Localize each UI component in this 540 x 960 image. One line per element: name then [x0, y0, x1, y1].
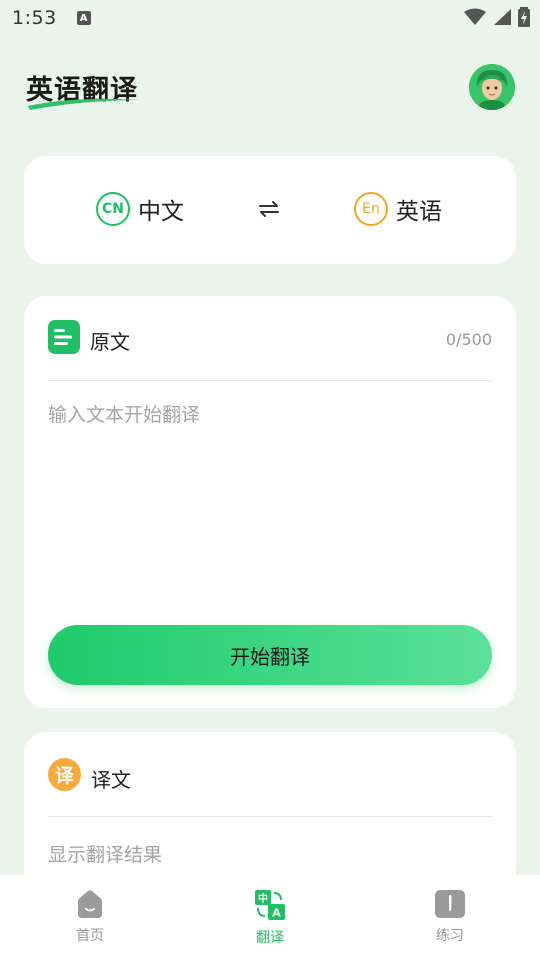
status-icons — [464, 7, 530, 27]
svg-text:中: 中 — [258, 892, 268, 905]
avatar[interactable] — [469, 64, 515, 110]
nav-item-translate[interactable]: 中 A 翻译 — [180, 875, 360, 960]
home-icon — [78, 890, 102, 918]
nav-label-translate: 翻译 — [256, 930, 284, 946]
swap-arrows-icon[interactable] — [258, 198, 280, 220]
book-icon — [435, 890, 465, 918]
svg-text:A: A — [272, 907, 281, 920]
signal-icon — [494, 9, 511, 25]
title-underline-swoosh — [28, 98, 140, 110]
source-text-card: 原文 0/500 开始翻译 — [24, 296, 516, 708]
battery-icon — [518, 7, 530, 27]
nav-item-practice[interactable]: 练习 — [360, 875, 540, 960]
divider — [48, 380, 492, 381]
document-icon — [48, 320, 80, 354]
bottom-nav: 首页 中 A 翻译 练习 — [0, 875, 540, 960]
notification-a-icon: A — [76, 11, 91, 25]
char-counter: 0/500 — [445, 330, 492, 349]
source-language-label: 中文 — [138, 199, 184, 225]
nav-label-practice: 练习 — [436, 928, 464, 944]
source-language-selector[interactable]: CN 中文 — [96, 192, 184, 226]
translation-result-text: 显示翻译结果 — [48, 844, 163, 866]
avatar-icon — [469, 64, 515, 110]
translation-label: 译文 — [91, 768, 131, 792]
target-language-label: 英语 — [396, 199, 442, 225]
nav-label-home: 首页 — [76, 928, 104, 944]
translate-icon: 中 A — [255, 890, 285, 920]
language-selector-card: CN 中文 En 英语 — [24, 156, 516, 264]
status-time: 1:53 — [12, 7, 57, 29]
source-text-label: 原文 — [90, 330, 130, 354]
translation-badge-icon: 译 — [48, 758, 81, 791]
divider — [48, 816, 492, 817]
wifi-icon — [464, 8, 486, 25]
source-text-input[interactable] — [48, 400, 492, 600]
start-translate-button[interactable]: 开始翻译 — [48, 625, 492, 685]
en-badge-icon: En — [354, 192, 388, 226]
target-language-selector[interactable]: En 英语 — [354, 192, 442, 226]
status-bar: 1:53 A — [0, 0, 540, 36]
nav-item-home[interactable]: 首页 — [0, 875, 180, 960]
cn-badge-icon: CN — [96, 192, 130, 226]
